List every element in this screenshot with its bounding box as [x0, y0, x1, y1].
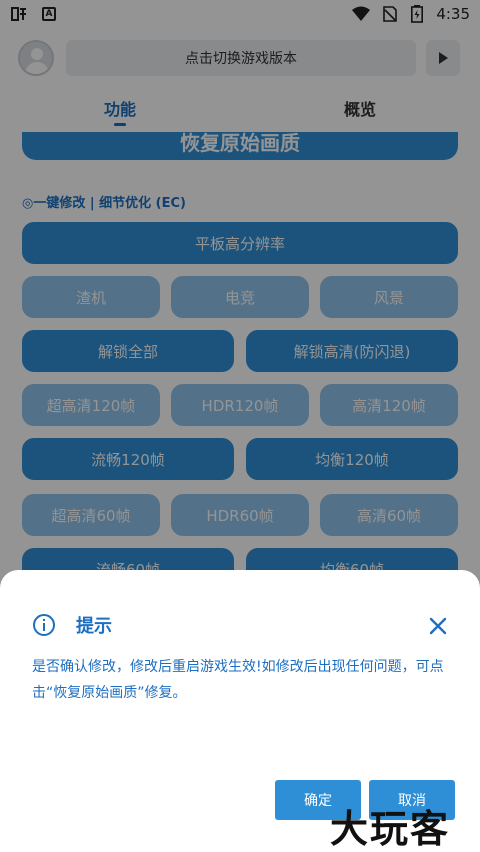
close-icon[interactable]	[426, 614, 450, 638]
watermark-logo: 大玩客	[330, 806, 451, 851]
dialog-title: 提示	[76, 616, 112, 637]
info-icon	[33, 614, 55, 636]
dialog-header: 提示	[32, 612, 112, 638]
dialog-message: 是否确认修改，修改后重启游戏生效!如修改后出现任何问题，可点击“恢复原始画质”修…	[32, 659, 444, 701]
